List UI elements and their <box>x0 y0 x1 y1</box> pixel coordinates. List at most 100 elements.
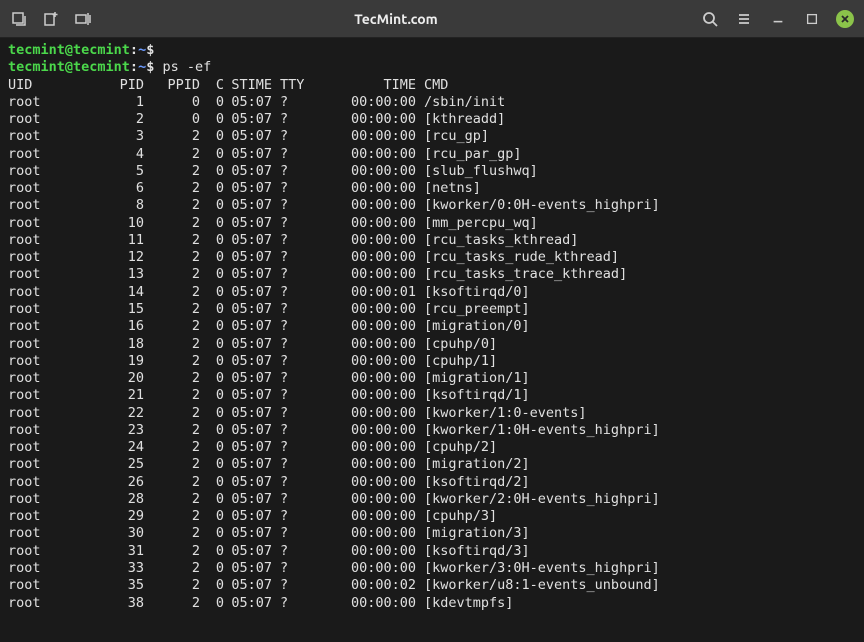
cell-cmd: [ksoftirqd/0] <box>416 284 530 301</box>
cell-pid: 4 <box>80 146 144 163</box>
process-row: root20005:07?00:00:00[kthreadd] <box>8 111 856 128</box>
cell-stime: 05:07 <box>224 215 272 232</box>
cell-uid: root <box>8 543 80 560</box>
hdr-stime: STIME <box>224 77 272 94</box>
process-row: root132005:07?00:00:00[rcu_tasks_trace_k… <box>8 266 856 283</box>
cell-tty: ? <box>272 301 312 318</box>
cell-c: 0 <box>200 249 224 266</box>
cell-uid: root <box>8 439 80 456</box>
cell-stime: 05:07 <box>224 543 272 560</box>
cell-tty: ? <box>272 595 312 612</box>
hdr-time: TIME <box>312 77 416 94</box>
cell-time: 00:00:00 <box>312 456 416 473</box>
cell-stime: 05:07 <box>224 525 272 542</box>
cell-time: 00:00:00 <box>312 318 416 335</box>
cell-stime: 05:07 <box>224 422 272 439</box>
cell-pid: 25 <box>80 456 144 473</box>
prompt-line-empty: tecmint@tecmint:~$ <box>8 42 856 59</box>
cell-c: 0 <box>200 560 224 577</box>
terminal-body[interactable]: tecmint@tecmint:~$ tecmint@tecmint:~$ ps… <box>0 38 864 642</box>
process-row: root122005:07?00:00:00[rcu_tasks_rude_kt… <box>8 249 856 266</box>
cell-c: 0 <box>200 370 224 387</box>
cell-time: 00:00:00 <box>312 353 416 370</box>
process-row: root152005:07?00:00:00[rcu_preempt] <box>8 301 856 318</box>
cell-uid: root <box>8 284 80 301</box>
maximize-button[interactable] <box>802 9 822 29</box>
cell-tty: ? <box>272 318 312 335</box>
process-row: root10005:07?00:00:00/sbin/init <box>8 94 856 111</box>
cell-ppid: 2 <box>144 577 200 594</box>
prompt-line-cmd: tecmint@tecmint:~$ ps -ef <box>8 59 856 76</box>
cell-pid: 1 <box>80 94 144 111</box>
cell-time: 00:00:00 <box>312 387 416 404</box>
titlebar-right <box>700 9 854 29</box>
cell-tty: ? <box>272 128 312 145</box>
process-row: root52005:07?00:00:00[slub_flushwq] <box>8 163 856 180</box>
cell-cmd: [slub_flushwq] <box>416 163 538 180</box>
cell-cmd: [migration/0] <box>416 318 530 335</box>
cell-ppid: 2 <box>144 146 200 163</box>
cell-tty: ? <box>272 525 312 542</box>
cell-tty: ? <box>272 439 312 456</box>
cell-c: 0 <box>200 94 224 111</box>
hdr-tty: TTY <box>272 77 312 94</box>
prompt-dollar: $ <box>146 59 154 75</box>
cell-ppid: 2 <box>144 543 200 560</box>
cell-ppid: 2 <box>144 525 200 542</box>
cell-ppid: 2 <box>144 284 200 301</box>
cell-ppid: 2 <box>144 128 200 145</box>
process-row: root142005:07?00:00:01[ksoftirqd/0] <box>8 284 856 301</box>
cell-ppid: 2 <box>144 439 200 456</box>
cell-tty: ? <box>272 249 312 266</box>
cell-uid: root <box>8 387 80 404</box>
cell-time: 00:00:01 <box>312 284 416 301</box>
process-row: root182005:07?00:00:00[cpuhp/0] <box>8 336 856 353</box>
process-row: root302005:07?00:00:00[migration/3] <box>8 525 856 542</box>
cell-uid: root <box>8 336 80 353</box>
menu-icon[interactable] <box>734 9 754 29</box>
cell-tty: ? <box>272 215 312 232</box>
process-row: root62005:07?00:00:00[netns] <box>8 180 856 197</box>
process-list: root10005:07?00:00:00/sbin/initroot20005… <box>8 94 856 612</box>
cell-pid: 38 <box>80 595 144 612</box>
cell-tty: ? <box>272 560 312 577</box>
prompt-colon: : <box>130 59 138 75</box>
cell-time: 00:00:00 <box>312 370 416 387</box>
cell-ppid: 2 <box>144 318 200 335</box>
cell-pid: 3 <box>80 128 144 145</box>
cell-uid: root <box>8 128 80 145</box>
cell-pid: 21 <box>80 387 144 404</box>
cell-cmd: [migration/1] <box>416 370 530 387</box>
minimize-button[interactable] <box>768 9 788 29</box>
new-window-icon[interactable] <box>42 10 60 28</box>
cell-tty: ? <box>272 232 312 249</box>
cell-cmd: [rcu_tasks_kthread] <box>416 232 578 249</box>
cell-stime: 05:07 <box>224 474 272 491</box>
close-button[interactable] <box>836 10 854 28</box>
tabs-overview-icon[interactable] <box>74 10 92 28</box>
search-icon[interactable] <box>700 9 720 29</box>
process-row: root32005:07?00:00:00[rcu_gp] <box>8 128 856 145</box>
process-row: root202005:07?00:00:00[migration/1] <box>8 370 856 387</box>
cell-cmd: [ksoftirqd/2] <box>416 474 530 491</box>
cell-pid: 26 <box>80 474 144 491</box>
cell-tty: ? <box>272 146 312 163</box>
process-row: root82005:07?00:00:00[kworker/0:0H-event… <box>8 197 856 214</box>
cell-stime: 05:07 <box>224 577 272 594</box>
process-row: root292005:07?00:00:00[cpuhp/3] <box>8 508 856 525</box>
cell-time: 00:00:00 <box>312 111 416 128</box>
cell-c: 0 <box>200 318 224 335</box>
cell-stime: 05:07 <box>224 266 272 283</box>
process-row: root312005:07?00:00:00[ksoftirqd/3] <box>8 543 856 560</box>
new-tab-icon[interactable] <box>10 10 28 28</box>
cell-pid: 13 <box>80 266 144 283</box>
cell-stime: 05:07 <box>224 111 272 128</box>
cell-tty: ? <box>272 405 312 422</box>
cell-time: 00:00:00 <box>312 249 416 266</box>
cell-c: 0 <box>200 508 224 525</box>
cell-ppid: 2 <box>144 387 200 404</box>
cell-cmd: [migration/3] <box>416 525 530 542</box>
cell-uid: root <box>8 301 80 318</box>
cell-tty: ? <box>272 508 312 525</box>
cell-c: 0 <box>200 336 224 353</box>
